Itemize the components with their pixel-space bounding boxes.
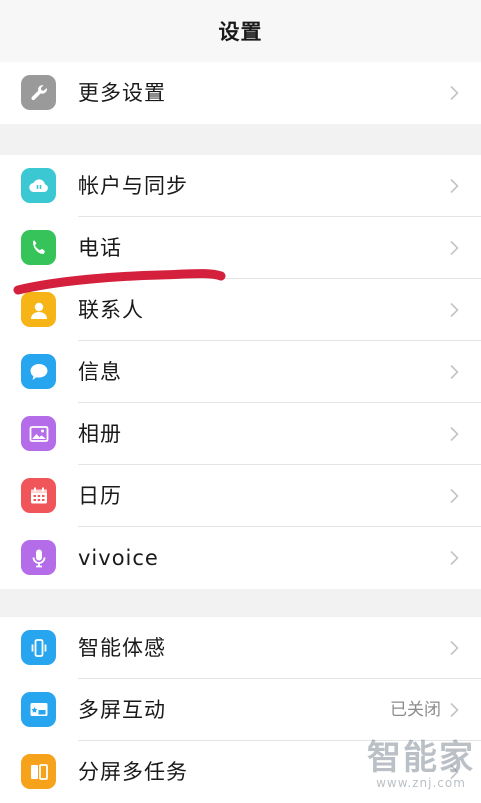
photo-icon xyxy=(21,416,56,451)
chevron-right-icon xyxy=(450,85,459,101)
motion-phone-icon xyxy=(21,630,56,665)
chevron-right-icon xyxy=(450,302,459,318)
settings-item-calendar[interactable]: 日历 xyxy=(0,465,481,527)
contact-person-icon xyxy=(21,292,56,327)
chevron-right-icon xyxy=(450,550,459,566)
settings-item-contacts[interactable]: 联系人 xyxy=(0,279,481,341)
chat-bubble-icon xyxy=(21,354,56,389)
page-title: 设置 xyxy=(218,20,263,44)
settings-item-label: vivoice xyxy=(78,546,159,570)
phone-icon xyxy=(21,230,56,265)
screen-cast-icon xyxy=(21,692,56,727)
chevron-right-icon xyxy=(450,364,459,380)
settings-item-more-settings[interactable]: 更多设置 xyxy=(0,62,481,124)
watermark-main-text: 智能家 xyxy=(367,738,475,778)
split-screen-icon xyxy=(21,754,56,789)
microphone-icon xyxy=(21,540,56,575)
settings-group-more: 更多设置 xyxy=(0,62,481,124)
chevron-right-icon xyxy=(450,702,459,718)
watermark-url-text: www.znj.com xyxy=(376,776,466,790)
settings-item-label: 相册 xyxy=(78,422,122,446)
settings-item-label: 智能体感 xyxy=(78,636,166,660)
wrench-icon xyxy=(21,75,56,110)
multi-screen-status: 已关闭 xyxy=(390,700,441,720)
chevron-right-icon xyxy=(450,488,459,504)
settings-item-label: 更多设置 xyxy=(78,81,166,105)
settings-item-smart-motion[interactable]: 智能体感 xyxy=(0,617,481,679)
chevron-right-icon xyxy=(450,240,459,256)
settings-item-label: 帐户与同步 xyxy=(78,174,188,198)
settings-item-label: 信息 xyxy=(78,360,122,384)
settings-item-label: 分屏多任务 xyxy=(78,760,188,784)
settings-item-label: 多屏互动 xyxy=(78,698,166,722)
site-watermark: 智能家 www.znj.com xyxy=(367,740,475,790)
calendar-icon xyxy=(21,478,56,513)
settings-item-label: 联系人 xyxy=(78,298,144,322)
settings-item-account-sync[interactable]: 帐户与同步 xyxy=(0,155,481,217)
header-bar: 设置 xyxy=(0,0,481,63)
chevron-right-icon xyxy=(450,426,459,442)
chevron-right-icon xyxy=(450,178,459,194)
settings-item-gallery[interactable]: 相册 xyxy=(0,403,481,465)
chevron-right-icon xyxy=(450,640,459,656)
settings-group-apps: 帐户与同步 电话 联系人 信息 相册 日历 vivoice xyxy=(0,155,481,589)
settings-item-label: 电话 xyxy=(78,236,122,260)
settings-item-vivoice[interactable]: vivoice xyxy=(0,527,481,589)
settings-item-messages[interactable]: 信息 xyxy=(0,341,481,403)
cloud-sync-icon xyxy=(21,168,56,203)
settings-item-phone[interactable]: 电话 xyxy=(0,217,481,279)
settings-item-label: 日历 xyxy=(78,484,122,508)
settings-item-multi-screen[interactable]: 多屏互动 已关闭 xyxy=(0,679,481,741)
